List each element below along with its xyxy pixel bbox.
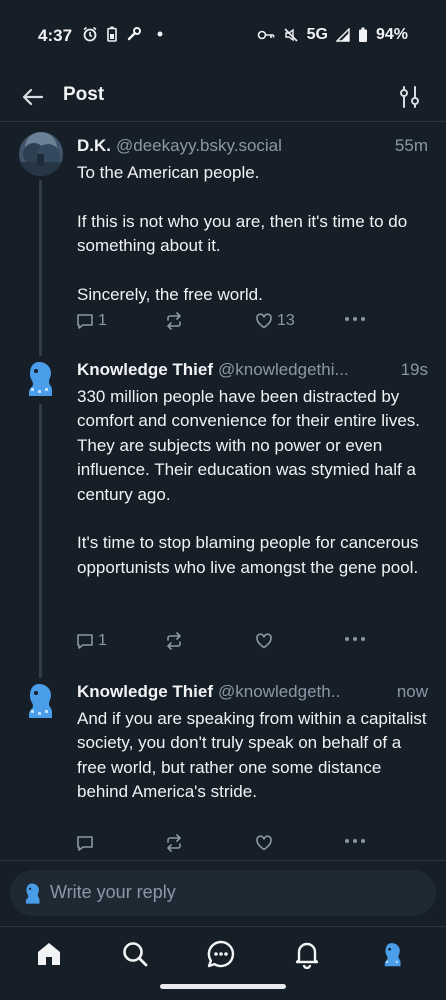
- post-text: To the American people. If this is not w…: [77, 163, 408, 305]
- avatar: [20, 880, 46, 906]
- battery-saver-icon: [107, 26, 117, 42]
- divider: [0, 860, 446, 861]
- author-handle[interactable]: @knowledgeth..: [218, 682, 393, 702]
- post-item[interactable]: Knowledge Thief @knowledgethi... 19s 330…: [0, 348, 446, 670]
- signal-icon: [335, 28, 350, 42]
- dot-icon: [157, 31, 163, 37]
- like-button[interactable]: 13: [255, 312, 295, 330]
- bell-icon: [295, 942, 319, 970]
- reply-button[interactable]: [76, 834, 98, 852]
- chat-icon: [207, 940, 235, 968]
- repost-button[interactable]: [164, 834, 184, 852]
- battery-icon: [358, 27, 368, 43]
- thread-line: [39, 348, 42, 356]
- author-name[interactable]: D.K.: [77, 136, 111, 156]
- post-text: And if you are speaking from within a ca…: [77, 709, 427, 802]
- post-time: 55m: [394, 136, 428, 155]
- avatar[interactable]: [19, 132, 63, 176]
- like-button[interactable]: [255, 834, 277, 852]
- avatar[interactable]: [19, 678, 63, 722]
- home-indicator[interactable]: [160, 984, 286, 989]
- more-options-button[interactable]: [344, 636, 366, 642]
- post-time: 19s: [400, 360, 428, 379]
- more-dots-icon: [345, 317, 365, 321]
- profile-avatar: [384, 943, 401, 967]
- thread-line: [39, 180, 42, 348]
- nav-search[interactable]: [120, 939, 150, 969]
- like-count: 13: [277, 312, 295, 329]
- nav-home[interactable]: [34, 939, 64, 969]
- reply-composer[interactable]: Write your reply: [10, 870, 436, 916]
- post-text: 330 million people have been distracted …: [77, 387, 421, 577]
- repost-icon: [167, 632, 181, 650]
- post-item[interactable]: D.K. @deekayy.bsky.social 55m To the Ame…: [0, 122, 446, 348]
- reply-count: 1: [98, 632, 107, 649]
- reply-count: 1: [98, 312, 107, 329]
- nav-notifications[interactable]: [292, 939, 322, 970]
- mute-icon: [283, 27, 299, 43]
- like-button[interactable]: [255, 632, 277, 650]
- page-title: Post: [63, 84, 105, 105]
- more-options-button[interactable]: [344, 838, 366, 844]
- home-icon: [38, 943, 60, 965]
- thread-line: [39, 404, 42, 670]
- battery-percent: 94%: [375, 26, 408, 43]
- wrench-icon: [126, 26, 142, 42]
- more-dots-icon: [345, 839, 365, 843]
- heart-icon: [256, 313, 272, 329]
- reply-button[interactable]: 1: [76, 312, 107, 330]
- network-type: 5G: [306, 26, 328, 43]
- author-name[interactable]: Knowledge Thief: [77, 360, 213, 380]
- back-button[interactable]: [20, 84, 46, 110]
- repost-icon: [167, 312, 181, 330]
- thread-settings-button[interactable]: [398, 84, 422, 110]
- author-handle[interactable]: @deekayy.bsky.social: [116, 136, 391, 156]
- post-item[interactable]: Knowledge Thief @knowledgeth.. now And i…: [0, 670, 446, 860]
- search-icon: [123, 942, 148, 967]
- key-icon: [257, 29, 275, 41]
- repost-icon: [167, 834, 181, 852]
- reply-placeholder[interactable]: Write your reply: [50, 882, 176, 903]
- more-options-button[interactable]: [344, 316, 366, 322]
- author-handle[interactable]: @knowledgethi...: [218, 360, 397, 380]
- heart-icon: [256, 835, 272, 851]
- heart-icon: [256, 633, 272, 649]
- post-header: Post: [0, 72, 446, 122]
- author-name[interactable]: Knowledge Thief: [77, 682, 213, 702]
- nav-profile[interactable]: [378, 939, 408, 969]
- status-time: 4:37: [38, 26, 73, 45]
- nav-chat[interactable]: [206, 939, 236, 969]
- avatar[interactable]: [19, 356, 63, 400]
- comment-icon: [77, 314, 93, 329]
- post-time: now: [396, 682, 428, 701]
- more-dots-icon: [345, 637, 365, 641]
- repost-button[interactable]: [164, 632, 184, 650]
- reply-button[interactable]: 1: [76, 632, 107, 650]
- alarm-icon: [82, 26, 98, 42]
- comment-icon: [77, 836, 93, 851]
- arrow-left-icon: [22, 88, 44, 106]
- thread-line: [39, 670, 42, 678]
- repost-button[interactable]: [164, 312, 184, 330]
- sliders-icon: [400, 86, 419, 108]
- comment-icon: [77, 634, 93, 649]
- status-bar: 4:37 5G 94%: [0, 0, 446, 72]
